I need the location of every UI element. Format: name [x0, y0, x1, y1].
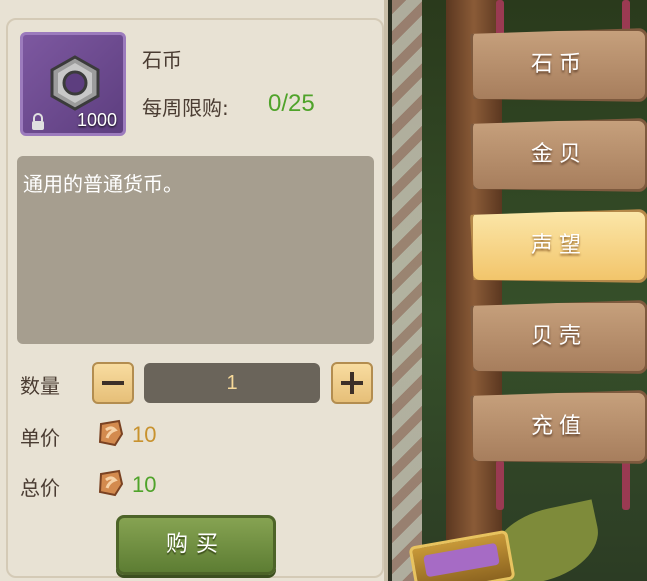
item-name: 石币: [142, 48, 182, 72]
total-price-label: 总价: [20, 476, 60, 500]
tab-reputation[interactable]: 声望: [470, 209, 647, 283]
tab-label: 声望: [530, 233, 587, 258]
tab-label: 充值: [530, 414, 587, 439]
minus-icon: [102, 381, 124, 385]
item-count-badge: 1000: [76, 110, 117, 130]
quantity-field[interactable]: 1: [144, 363, 320, 403]
weekly-limit-value: 0/25: [268, 90, 315, 117]
unit-price-label: 单价: [20, 426, 60, 450]
increase-quantity-button[interactable]: [331, 362, 373, 404]
total-price-value: 10: [132, 472, 157, 497]
chest-inner: [423, 542, 500, 578]
stone-currency-icon: [98, 469, 124, 497]
shop-detail-panel: 1000 石币 每周限购: 0/25 通用的普通货币。 数量 1 单价 10 总…: [0, 0, 388, 581]
weekly-limit-label: 每周限购:: [142, 96, 229, 120]
rope-decoration: [622, 460, 630, 510]
tab-label: 贝壳: [530, 324, 587, 349]
plus-icon-v: [350, 372, 354, 394]
item-icon-frame[interactable]: 1000: [20, 32, 126, 136]
tab-recharge[interactable]: 充值: [470, 390, 647, 464]
tab-gold-shell[interactable]: 金贝: [470, 118, 647, 192]
quantity-label: 数量: [20, 374, 60, 398]
decorative-border-strip: [392, 0, 422, 581]
tab-stone-coin[interactable]: 石币: [470, 28, 647, 102]
unit-price-value: 10: [132, 422, 157, 447]
stone-currency-icon: [98, 419, 124, 447]
lock-icon: [32, 113, 44, 130]
tab-label: 石币: [530, 52, 587, 77]
stone-coin-nut-icon: [50, 55, 100, 111]
buy-button-label: 购买: [165, 532, 226, 557]
decrease-quantity-button[interactable]: [92, 362, 134, 404]
tab-shell[interactable]: 贝壳: [470, 300, 647, 374]
description-text: 通用的普通货币。: [23, 172, 183, 196]
rope-decoration: [496, 460, 504, 510]
tab-label: 金贝: [530, 142, 587, 167]
description-box: 通用的普通货币。: [17, 156, 374, 344]
buy-button[interactable]: 购买: [116, 515, 276, 575]
